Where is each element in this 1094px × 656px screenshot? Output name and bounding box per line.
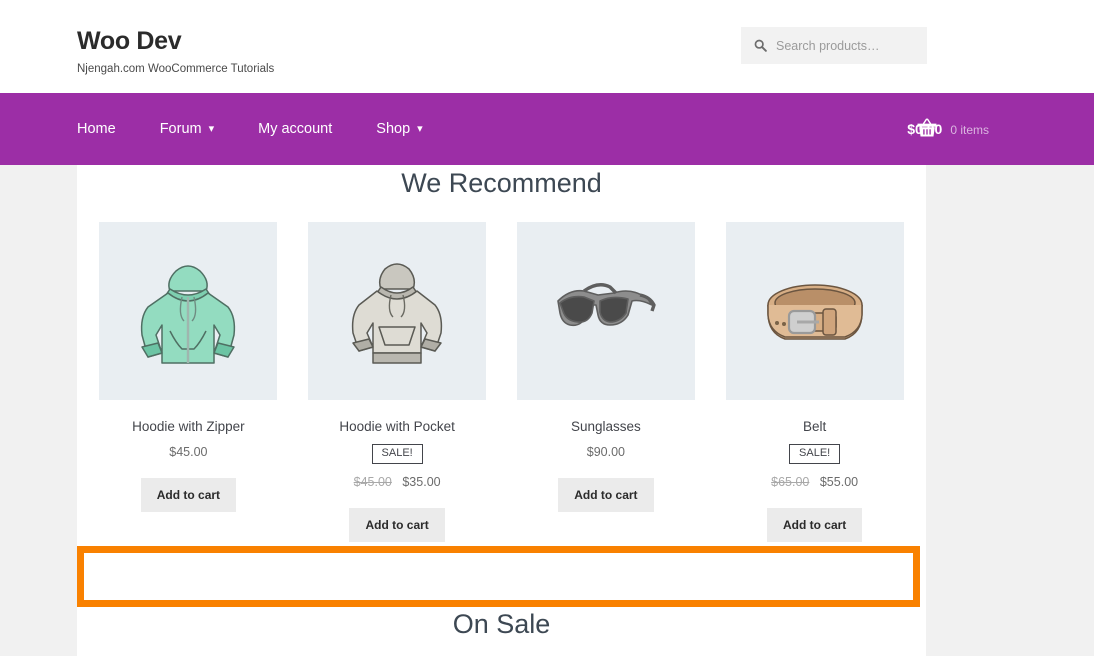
add-to-cart-button[interactable]: Add to cart <box>558 478 654 512</box>
mint-zip-hoodie-image <box>118 239 258 384</box>
site-tagline: Njengah.com WooCommerce Tutorials <box>77 62 275 75</box>
product-title[interactable]: Sunglasses <box>571 419 641 434</box>
product-price: $45.00 <box>169 445 207 459</box>
product-current-price: $55.00 <box>819 475 859 489</box>
nav-item-my-account[interactable]: My account <box>236 93 354 165</box>
product-old-price: $45.00 <box>353 475 392 489</box>
nav-item-shop[interactable]: Shop ▾ <box>354 93 444 165</box>
product-card[interactable]: Sunglasses $90.00 Add to cart <box>502 222 711 512</box>
nav-item-forum[interactable]: Forum ▾ <box>138 93 236 165</box>
product-current-price: $90.00 <box>586 445 625 459</box>
product-current-price: $45.00 <box>169 445 208 459</box>
add-to-cart-button[interactable]: Add to cart <box>349 508 445 542</box>
product-old-price: $65.00 <box>771 475 810 489</box>
primary-navigation-bar: Home Forum ▾ My account Shop ▾ $0.00 0 i… <box>0 93 1094 165</box>
on-sale-heading: On Sale <box>452 609 551 639</box>
product-card[interactable]: Hoodie with Zipper $45.00 Add to cart <box>84 222 293 512</box>
product-price: $45.00 $35.00 <box>354 475 441 489</box>
product-title[interactable]: Belt <box>803 419 826 434</box>
nav-item-label: Home <box>77 121 116 137</box>
chevron-down-icon[interactable]: ▾ <box>209 123 215 135</box>
search-input[interactable] <box>774 37 904 54</box>
product-thumbnail[interactable] <box>725 222 904 400</box>
product-title[interactable]: Hoodie with Pocket <box>339 419 455 434</box>
product-grid: Hoodie with Zipper $45.00 Add to cart Ho… <box>84 222 919 542</box>
leather-belt-image <box>745 239 885 384</box>
sunglasses-image <box>536 239 676 384</box>
we-recommend-heading: We Recommend <box>401 168 602 198</box>
add-to-cart-button[interactable]: Add to cart <box>140 478 237 512</box>
product-price: $90.00 <box>587 445 625 459</box>
product-price: $65.00 $55.00 <box>771 475 858 489</box>
orange-highlight-box <box>77 546 920 607</box>
product-search-form[interactable] <box>741 27 927 64</box>
nav-item-home[interactable]: Home <box>77 93 138 165</box>
primary-menu: Home Forum ▾ My account Shop ▾ <box>77 93 445 165</box>
product-thumbnail[interactable] <box>516 222 695 400</box>
shopping-basket-icon[interactable] <box>916 118 938 143</box>
site-title[interactable]: Woo Dev <box>77 27 274 56</box>
product-card[interactable]: Belt SALE! $65.00 $55.00 Add to cart <box>710 222 919 542</box>
product-current-price: $35.00 <box>402 475 441 489</box>
site-masthead: Woo Dev Njengah.com WooCommerce Tutorial… <box>0 0 1094 93</box>
search-icon <box>754 39 767 52</box>
product-thumbnail[interactable] <box>308 222 487 400</box>
grey-pullover-hoodie-image <box>327 239 467 384</box>
add-to-cart-button[interactable]: Add to cart <box>766 508 863 542</box>
nav-item-label: My account <box>258 121 333 137</box>
sale-badge: SALE! <box>789 444 841 464</box>
site-branding[interactable]: Woo Dev Njengah.com WooCommerce Tutorial… <box>77 27 275 76</box>
page-root: Woo Dev Njengah.com WooCommerce Tutorial… <box>0 0 1094 656</box>
nav-item-label: Forum <box>159 121 202 137</box>
chevron-down-icon[interactable]: ▾ <box>417 123 423 135</box>
product-thumbnail[interactable] <box>99 222 278 400</box>
sale-badge: SALE! <box>371 444 423 464</box>
cart-item-count: 0 items <box>950 123 989 137</box>
product-title[interactable]: Hoodie with Zipper <box>132 419 245 434</box>
nav-item-label: Shop <box>376 121 411 137</box>
cart-area[interactable]: $0.00 0 items <box>734 93 1094 165</box>
product-card[interactable]: Hoodie with Pocket SALE! $45.00 $35.00 A… <box>293 222 502 542</box>
